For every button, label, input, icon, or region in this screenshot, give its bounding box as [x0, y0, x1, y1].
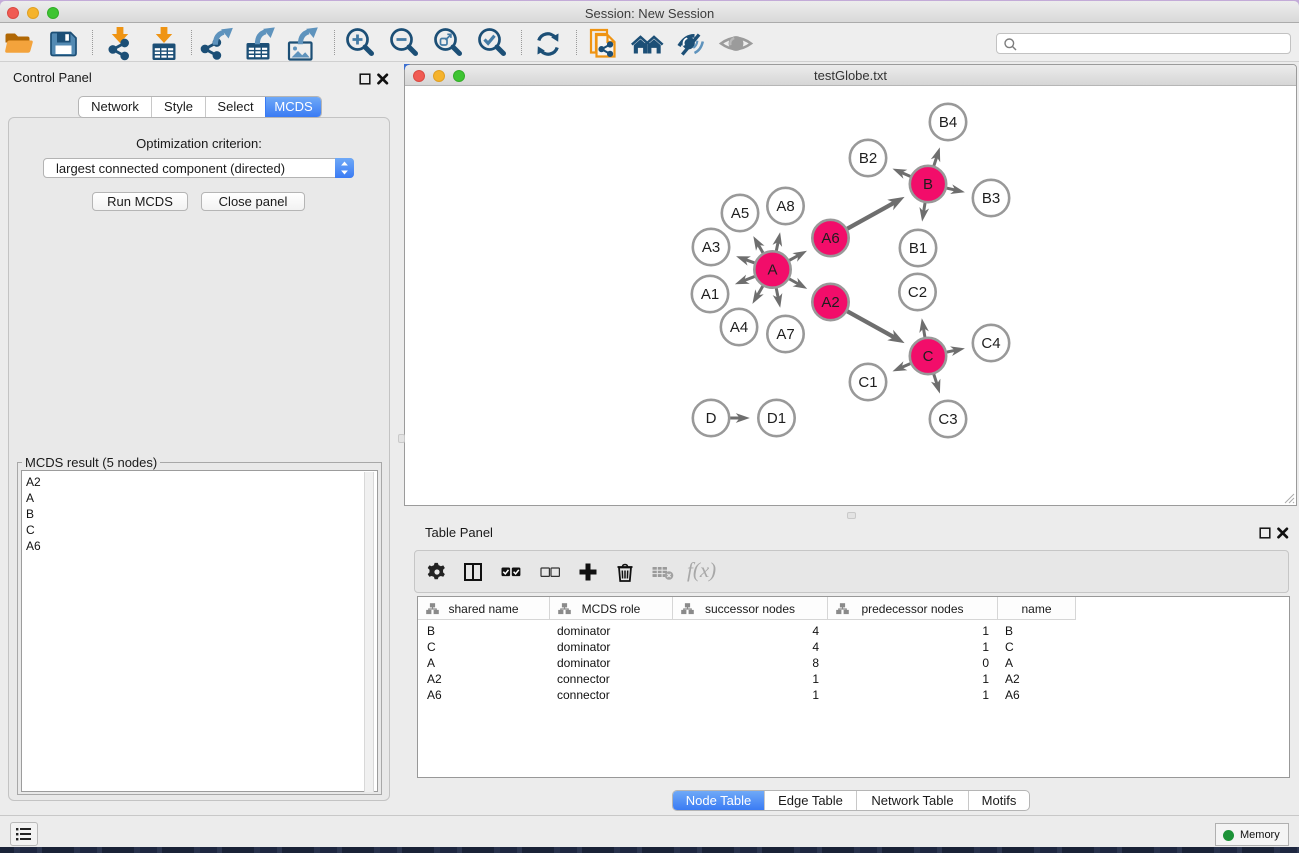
- svg-text:C1: C1: [858, 374, 877, 391]
- svg-text:A8: A8: [776, 198, 794, 215]
- svg-text:B2: B2: [859, 150, 877, 167]
- svg-text:A7: A7: [776, 326, 794, 343]
- svg-text:A1: A1: [701, 286, 719, 303]
- svg-text:C4: C4: [981, 335, 1000, 352]
- svg-text:B3: B3: [982, 190, 1000, 207]
- svg-text:A3: A3: [702, 239, 720, 256]
- svg-text:A: A: [767, 262, 777, 279]
- svg-text:C2: C2: [908, 284, 927, 301]
- svg-text:C: C: [923, 348, 934, 365]
- svg-text:A5: A5: [731, 205, 749, 222]
- svg-text:A4: A4: [730, 319, 748, 336]
- svg-text:A6: A6: [821, 230, 839, 247]
- svg-text:D: D: [706, 410, 717, 427]
- svg-text:D1: D1: [767, 410, 786, 427]
- svg-text:C3: C3: [938, 411, 957, 428]
- svg-text:B4: B4: [939, 114, 957, 131]
- svg-text:B: B: [923, 176, 933, 193]
- svg-text:A2: A2: [821, 294, 839, 311]
- svg-text:B1: B1: [909, 240, 927, 257]
